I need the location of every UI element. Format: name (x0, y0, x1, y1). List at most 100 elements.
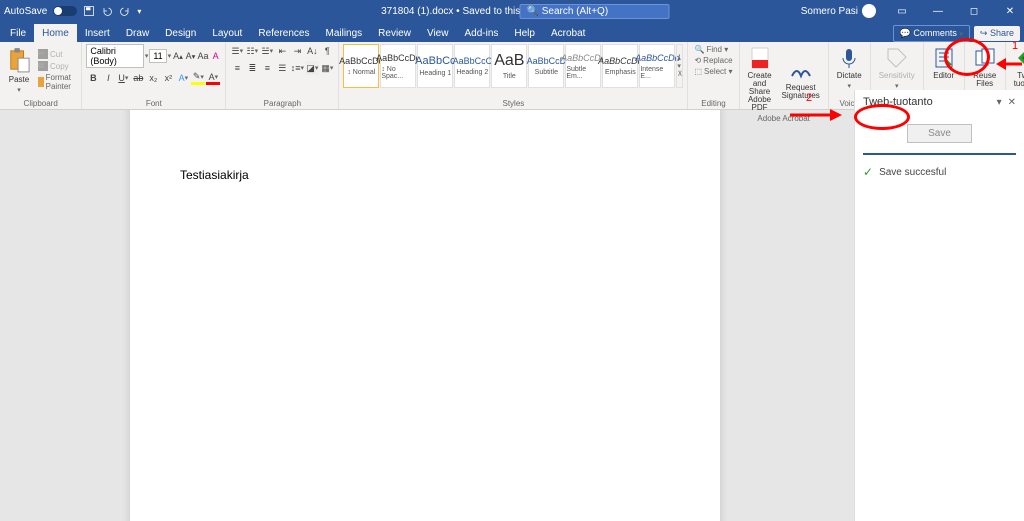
autosave-toggle[interactable] (53, 6, 77, 16)
decrease-indent-button[interactable]: ⇤ (275, 44, 289, 58)
pane-save-button[interactable]: Save (907, 124, 972, 143)
tab-review[interactable]: Review (370, 24, 419, 42)
close-button[interactable]: ✕ (996, 0, 1024, 22)
grow-font-button[interactable]: A▴ (172, 49, 184, 63)
ribbon-tabs: File Home Insert Draw Design Layout Refe… (0, 22, 1024, 42)
format-painter-button[interactable]: Format Painter (36, 72, 77, 92)
tab-acrobat[interactable]: Acrobat (543, 24, 593, 42)
copy-button[interactable]: ⧉Copy (36, 60, 77, 72)
share-button[interactable]: ↪ Share (974, 26, 1020, 41)
style-nospacing[interactable]: AaBbCcDd↕ No Spac... (380, 44, 416, 88)
mic-icon (837, 46, 861, 70)
qat-customize-icon[interactable]: ▾ (137, 7, 141, 16)
chevron-down-icon: ▾ (17, 86, 21, 94)
user-name: Somero Pasi (801, 6, 858, 17)
align-center-button[interactable]: ≣ (245, 61, 259, 75)
style-down-icon[interactable]: ▾ (677, 62, 682, 70)
dictate-button[interactable]: Dictate▾ (833, 44, 866, 92)
minimize-button[interactable]: — (924, 0, 952, 22)
save-icon[interactable] (83, 5, 95, 17)
page[interactable]: Testiasiakirja (130, 110, 720, 521)
request-sign-button[interactable]: Request Signatures (778, 56, 824, 102)
text-effects-button[interactable]: A▾ (176, 71, 190, 85)
cut-button[interactable]: ✂Cut (36, 48, 77, 60)
line-spacing-button[interactable]: ↕≡▾ (290, 61, 304, 75)
font-size-combo[interactable]: 11 (149, 49, 166, 63)
document-area[interactable]: Testiasiakirja (0, 110, 854, 521)
bullets-button[interactable]: ☰▾ (230, 44, 244, 58)
tab-addins[interactable]: Add-ins (456, 24, 506, 42)
undo-icon[interactable] (101, 5, 113, 17)
tab-view[interactable]: View (419, 24, 457, 42)
document-text[interactable]: Testiasiakirja (180, 168, 670, 182)
borders-button[interactable]: ▦▾ (320, 61, 334, 75)
group-paragraph: ☰▾ ☷▾ ☱▾ ⇤ ⇥ A↓ ¶ ≡ ≣ ≡ ☰ ↕≡▾ ◪▾ ▦▾ Para… (226, 42, 339, 109)
pdf-icon (748, 46, 772, 70)
tab-home[interactable]: Home (34, 24, 77, 42)
strike-button[interactable]: ab (131, 71, 145, 85)
pane-close-icon[interactable]: ✕ (1008, 97, 1016, 108)
style-emphasis[interactable]: AaBbCcDdEmphasis (602, 44, 638, 88)
check-icon: ✓ (863, 165, 873, 179)
tab-references[interactable]: References (250, 24, 317, 42)
style-gallery[interactable]: AaBbCcDd↕ Normal AaBbCcDd↕ No Spac... Aa… (343, 44, 683, 88)
style-subtitle[interactable]: AaBbCcDSubtitle (528, 44, 564, 88)
tab-design[interactable]: Design (157, 24, 204, 42)
find-button[interactable]: 🔍Find ▾ (692, 44, 734, 55)
shading-button[interactable]: ◪▾ (305, 61, 319, 75)
select-icon: ⬚ (694, 67, 702, 76)
tab-insert[interactable]: Insert (77, 24, 118, 42)
font-color-button[interactable]: A▾ (206, 71, 220, 85)
align-right-button[interactable]: ≡ (260, 61, 274, 75)
numbering-button[interactable]: ☷▾ (245, 44, 259, 58)
superscript-button[interactable]: x² (161, 71, 175, 85)
style-subtle-emphasis[interactable]: AaBbCcDdSubtle Em... (565, 44, 601, 88)
style-heading1[interactable]: AaBbCcHeading 1 (417, 44, 453, 88)
align-left-button[interactable]: ≡ (230, 61, 244, 75)
annotation-label-1: 1 (1012, 40, 1018, 52)
style-title[interactable]: AaBTitle (491, 44, 527, 88)
create-pdf-button[interactable]: Create and Share Adobe PDF (744, 44, 776, 114)
group-styles: AaBbCcDd↕ Normal AaBbCcDd↕ No Spac... Aa… (339, 42, 688, 109)
increase-indent-button[interactable]: ⇥ (290, 44, 304, 58)
italic-button[interactable]: I (101, 71, 115, 85)
underline-button[interactable]: U▾ (116, 71, 130, 85)
user-account[interactable]: Somero Pasi (801, 4, 880, 18)
paste-button[interactable]: Paste ▾ (4, 44, 34, 96)
style-up-icon[interactable]: ▴ (677, 54, 682, 62)
group-clipboard: Paste ▾ ✂Cut ⧉Copy Format Painter Clipbo… (0, 42, 82, 109)
maximize-button[interactable]: ◻ (960, 0, 988, 22)
shrink-font-button[interactable]: A▾ (185, 49, 197, 63)
select-button[interactable]: ⬚Select ▾ (692, 66, 734, 77)
style-normal[interactable]: AaBbCcDd↕ Normal (343, 44, 379, 88)
ribbon-display-button[interactable]: ▭ (888, 0, 916, 22)
search-box[interactable]: 🔍 Search (Alt+Q) (520, 4, 670, 19)
style-more-icon[interactable]: ⊼ (677, 70, 682, 78)
justify-button[interactable]: ☰ (275, 61, 289, 75)
clear-format-button[interactable]: A (210, 49, 222, 63)
copy-icon: ⧉ (38, 61, 48, 71)
redo-icon[interactable] (119, 5, 131, 17)
show-marks-button[interactable]: ¶ (320, 44, 334, 58)
tab-file[interactable]: File (2, 24, 34, 42)
tab-layout[interactable]: Layout (204, 24, 250, 42)
search-icon: 🔍 (694, 45, 704, 54)
sensitivity-button[interactable]: Sensitivity▾ (875, 44, 919, 92)
style-heading2[interactable]: AaBbCcCHeading 2 (454, 44, 490, 88)
annotation-arrow-1 (996, 56, 1022, 77)
tab-draw[interactable]: Draw (118, 24, 157, 42)
paste-icon (8, 46, 30, 74)
multilevel-button[interactable]: ☱▾ (260, 44, 274, 58)
change-case-button[interactable]: Aa (197, 49, 209, 63)
pane-dropdown-icon[interactable]: ▾ (997, 97, 1002, 108)
replace-button[interactable]: ⟲Replace (692, 55, 734, 66)
annotation-circle-2 (854, 104, 910, 130)
highlight-button[interactable]: ✎▾ (191, 71, 205, 85)
font-name-combo[interactable]: Calibri (Body) (86, 44, 143, 68)
subscript-button[interactable]: x₂ (146, 71, 160, 85)
style-intense-emphasis[interactable]: AaBbCcDdIntense E... (639, 44, 675, 88)
tab-help[interactable]: Help (506, 24, 543, 42)
bold-button[interactable]: B (86, 71, 100, 85)
sort-button[interactable]: A↓ (305, 44, 319, 58)
tab-mailings[interactable]: Mailings (317, 24, 370, 42)
